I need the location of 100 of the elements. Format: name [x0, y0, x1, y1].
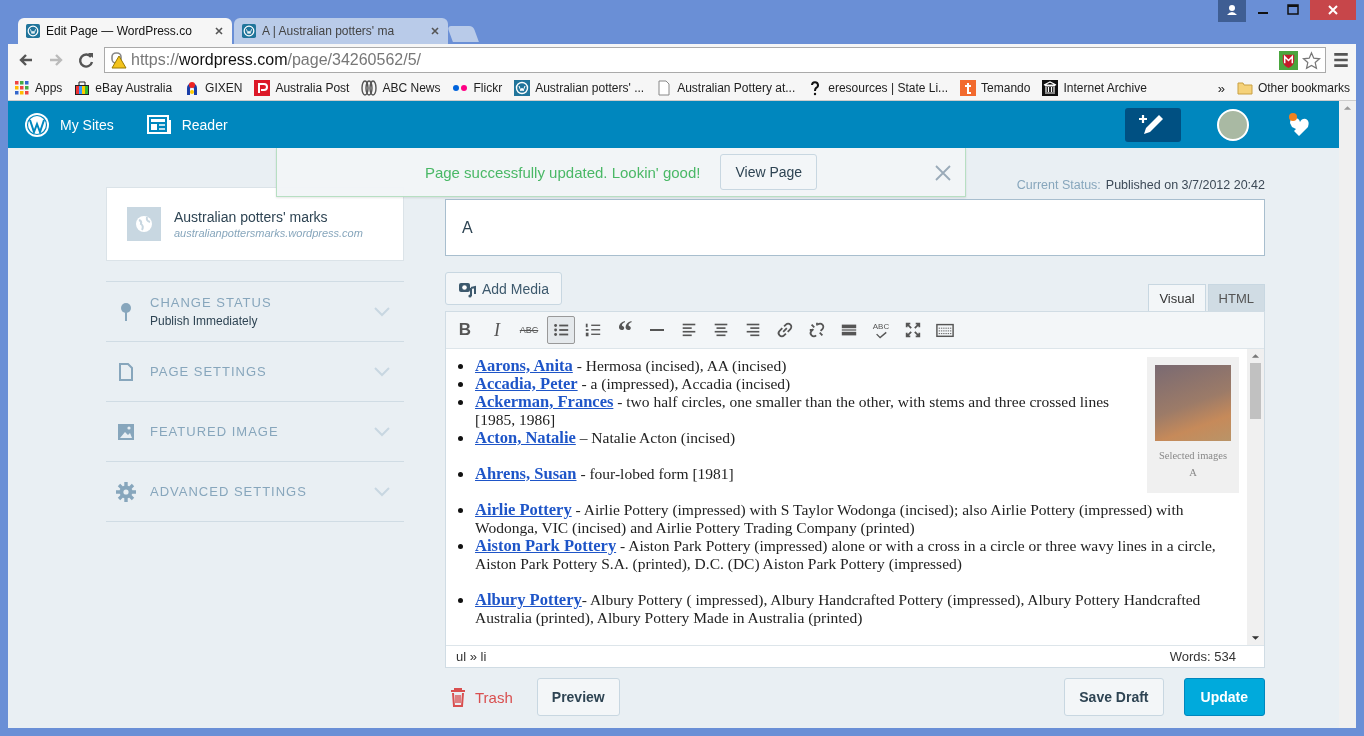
spell-button[interactable]: ABC: [867, 316, 895, 344]
entry-link[interactable]: Acton, Natalie: [475, 428, 576, 447]
align-left-icon: [680, 321, 698, 339]
bookmark[interactable]: Temando: [960, 80, 1031, 96]
site-name: Australian potters' marks: [174, 209, 329, 225]
site-card[interactable]: Australian potters' marks australianpottersmarks.wordpress.com: [106, 187, 404, 261]
wordpress-icon: [514, 80, 531, 96]
link-icon: [776, 321, 794, 339]
top-bar-link[interactable]: Reader: [145, 111, 228, 138]
entry-link[interactable]: Accadia, Peter: [475, 374, 578, 393]
page-scrollbar[interactable]: [1339, 101, 1356, 728]
status-value: Published on 3/7/2012 20:42: [1105, 177, 1265, 192]
notice-message: Page successfully updated. Lookin' good!: [424, 163, 701, 181]
align-right-icon: [744, 321, 762, 339]
section-title: PAGE SETTINGS: [150, 364, 268, 379]
list-entry: Aiston Park Pottery - Aiston Park Pottery (impressed) alone or with a cross in a circle or three wavy lines in a circle, Aiston Park Pottery S.A. (printed), D.C. (DC) Aiston Park Pottery (impressed): [475, 537, 1217, 573]
warning-lock-icon: [109, 51, 127, 69]
gallery-caption: Selected images: [1159, 449, 1227, 463]
bullet-list-icon: [552, 321, 570, 339]
wordpress-icon: [26, 24, 40, 38]
star-icon[interactable]: [1302, 50, 1321, 70]
bullet-icon: [458, 400, 463, 405]
entry-link[interactable]: Albury Pottery: [475, 590, 582, 609]
fullscreen-icon: [904, 321, 922, 339]
site-icon: [960, 80, 977, 96]
address-field[interactable]: https://wordpress.com/page/34260562/5/: [104, 47, 1326, 73]
keyboard-icon: [936, 321, 954, 339]
title-field[interactable]: A: [445, 199, 1265, 256]
avatar[interactable]: [1217, 108, 1249, 141]
top-bar-link[interactable]: My Sites: [24, 111, 114, 138]
scroll-thumb[interactable]: [1250, 363, 1261, 419]
section-subtitle: Publish Immediately: [150, 314, 259, 328]
preview-button[interactable]: Preview: [536, 678, 620, 716]
bookmark[interactable]: Flickr: [452, 80, 503, 96]
section-title: ADVANCED SETTINGS: [150, 484, 308, 499]
shield-icon[interactable]: [1279, 50, 1298, 70]
add-media-button[interactable]: Add Media: [445, 272, 562, 305]
browser-tab[interactable]: A | Australian potters' ma: [234, 18, 448, 44]
bookmark[interactable]: GIXEN: [184, 80, 243, 96]
entry-link[interactable]: Aiston Park Pottery: [475, 536, 617, 555]
bookmark[interactable]: Internet Archive: [1042, 80, 1147, 96]
strike-button[interactable]: ABC: [515, 316, 543, 344]
image-icon: [116, 421, 136, 442]
quote-button[interactable]: “: [611, 316, 639, 344]
bullet-icon: [458, 472, 463, 477]
entry-link[interactable]: Aarons, Anita: [475, 356, 573, 375]
page-icon: [116, 361, 136, 382]
status-label: Current Status:: [1016, 177, 1101, 192]
folder-icon: [1236, 80, 1253, 96]
page-icon: [656, 80, 673, 96]
bold-button[interactable]: B: [451, 316, 479, 344]
chevron-down-icon: [374, 366, 390, 377]
section-title: CHANGE STATUS: [150, 295, 273, 310]
wordpress-icon: [242, 24, 256, 38]
user-icon[interactable]: [1218, 0, 1246, 22]
bookmark-folder[interactable]: Other bookmarks: [1236, 80, 1350, 96]
editor-mode-tab[interactable]: HTML: [1207, 284, 1265, 311]
more-bookmarks-button[interactable]: »: [1217, 80, 1225, 96]
save-draft-button[interactable]: Save Draft: [1064, 678, 1164, 716]
bookmark[interactable]: Australia Post: [254, 80, 350, 96]
bookmark[interactable]: Australian potters' ...: [514, 80, 645, 96]
list-entry: Accadia, Peter - a (impressed), Accadia (incised): [475, 375, 791, 393]
list-entry: Albury Pottery- Albury Pottery ( impressed), Albury Handcrafted Pottery (impressed), Albury Pottery Handcrafted Australia (printed), Albury Pottery Made in Australia (printed): [475, 591, 1202, 627]
entry-link[interactable]: Airlie Pottery: [475, 500, 572, 519]
italic-button[interactable]: I: [483, 316, 511, 344]
chevron-down-icon: [374, 426, 390, 437]
close-icon[interactable]: [214, 26, 224, 36]
element-path: ul » li: [456, 649, 487, 664]
numbered-list-icon: [584, 321, 602, 339]
entry-link[interactable]: Ahrens, Susan: [475, 464, 577, 483]
entry-link[interactable]: Ackerman, Frances: [475, 392, 614, 411]
globe-icon: [127, 207, 161, 241]
trash-button[interactable]: Trash: [445, 687, 523, 707]
close-icon[interactable]: [1310, 0, 1356, 20]
menu-icon[interactable]: [1332, 51, 1350, 69]
scrollbar[interactable]: [1247, 349, 1264, 645]
bullet-icon: [458, 382, 463, 387]
view-page-button[interactable]: View Page: [720, 154, 818, 190]
list-entry: Ahrens, Susan - four-lobed form [1981]: [475, 465, 734, 483]
scroll-up-icon[interactable]: [1251, 353, 1260, 359]
list-entry: Ackerman, Frances - two half circles, one smaller than the other, with stems and three crossed lines [1985, 1986]: [475, 393, 1111, 429]
chevron-down-icon: [374, 306, 390, 317]
editor-mode-tab[interactable]: Visual: [1148, 284, 1206, 311]
bullet-icon: [458, 364, 463, 369]
word-count: Words: 534: [1169, 649, 1236, 664]
bookmark[interactable]: Australian Pottery at...: [656, 80, 796, 96]
bookmark[interactable]: Apps: [14, 80, 63, 96]
bookmark[interactable]: ABC News: [361, 80, 441, 96]
unlink-icon: [808, 321, 826, 339]
ul-button[interactable]: [547, 316, 575, 344]
gallery-title: A: [1189, 466, 1197, 480]
bookmark[interactable]: eresources | State Li...: [807, 80, 949, 96]
new-post-button[interactable]: [1125, 107, 1181, 142]
browser-tab[interactable]: Edit Page — WordPress.co: [18, 18, 232, 44]
scroll-down-icon[interactable]: [1251, 635, 1260, 641]
bookmark[interactable]: eBay Australia: [74, 80, 173, 96]
close-icon[interactable]: [430, 26, 440, 36]
check-icon: [874, 330, 888, 339]
settings-section[interactable]: CHANGE STATUS Publish Immediately: [106, 281, 404, 341]
chevron-down-icon: [374, 486, 390, 497]
